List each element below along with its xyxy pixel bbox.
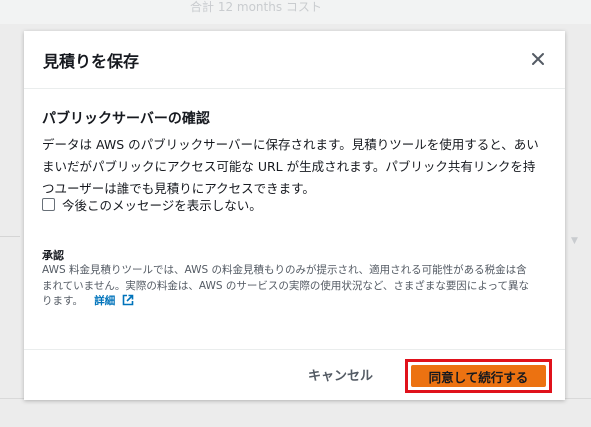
details-link-label[interactable]: 詳細 xyxy=(94,295,115,307)
acknowledgement-line: ります。 詳細 xyxy=(42,294,552,312)
confirm-button-highlight: 同意して続行する xyxy=(405,359,552,393)
dialog-title: 見積りを保存 xyxy=(43,52,140,71)
save-estimate-dialog: 見積りを保存 パブリックサーバーの確認 データは AWS のパブリックサーバーに… xyxy=(24,31,565,400)
acknowledgement-line: まれていません。実際の料金は、AWS のサービスの実際の使用状況など、さまざまな… xyxy=(42,279,529,292)
acknowledgement-heading: 承認 xyxy=(42,249,64,262)
close-icon[interactable] xyxy=(531,51,545,65)
acknowledgement-text: AWS 料金見積りツールでは、AWS の料金見積もりのみが提示され、適用される可… xyxy=(42,263,552,312)
public-server-description: データは AWS のパブリックサーバーに保存されます。見積りツールを使用すると、… xyxy=(42,134,548,200)
background-page-header: 合計 12 months コスト xyxy=(0,0,591,24)
dialog-footer: キャンセル 同意して続行する xyxy=(24,349,565,401)
acknowledgement-line-end: ります。 xyxy=(42,295,83,307)
background-total-cost-label: 合計 12 months コスト xyxy=(190,0,322,14)
dont-show-again-row[interactable]: 今後このメッセージを表示しない。 xyxy=(42,195,262,213)
dont-show-again-checkbox[interactable] xyxy=(42,197,55,211)
dialog-header: 見積りを保存 xyxy=(24,31,565,89)
dont-show-again-label[interactable]: 今後このメッセージを表示しない。 xyxy=(62,195,262,214)
details-link[interactable]: 詳細 xyxy=(94,294,134,307)
description-line: まいだがパブリックにアクセス可能な URL が生成されます。パブリック共有リンク… xyxy=(42,159,536,174)
public-server-heading: パブリックサーバーの確認 xyxy=(42,111,210,127)
background-divider xyxy=(0,236,20,237)
external-link-icon[interactable] xyxy=(122,294,134,312)
acknowledgement-line: AWS 料金見積りツールでは、AWS の料金見積もりのみが提示され、適用される可… xyxy=(42,264,527,276)
cancel-button[interactable]: キャンセル xyxy=(308,365,373,384)
agree-and-continue-button[interactable]: 同意して続行する xyxy=(411,365,546,387)
description-line: データは AWS のパブリックサーバーに保存されます。見積りツールを使用すると、… xyxy=(42,137,539,152)
background-chevron-icon: ▼ xyxy=(571,236,578,246)
